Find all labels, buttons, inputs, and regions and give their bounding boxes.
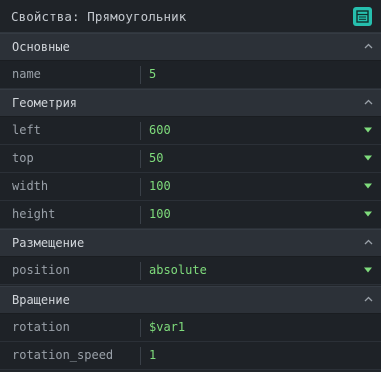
column-divider — [140, 347, 141, 365]
column-divider — [140, 262, 141, 280]
property-label: top — [12, 151, 34, 165]
column-divider — [140, 122, 141, 140]
property-value-input[interactable]: 1 — [149, 348, 349, 362]
chevron-up-icon — [364, 239, 373, 245]
property-label: left — [12, 123, 41, 137]
column-divider — [140, 178, 141, 196]
properties-panel: Свойства: Прямоугольник Основные name 5 … — [0, 0, 381, 372]
property-value-input[interactable]: 5 — [149, 67, 349, 81]
panel-layout-icon — [356, 10, 369, 23]
dropdown-arrow-icon[interactable] — [364, 127, 372, 133]
panel-title: Свойства: Прямоугольник — [11, 9, 187, 24]
panel-titlebar: Свойства: Прямоугольник — [0, 0, 381, 33]
dropdown-arrow-icon[interactable] — [364, 183, 372, 189]
property-label: height — [12, 207, 56, 221]
property-value-select[interactable]: 50 — [149, 151, 349, 165]
property-row-name[interactable]: name 5 — [0, 61, 381, 89]
panel-layout-button[interactable] — [353, 7, 372, 26]
section-placement-header[interactable]: Размещение — [0, 229, 381, 257]
property-label: position — [12, 263, 70, 277]
property-row-height[interactable]: height 100 — [0, 201, 381, 229]
section-placement-label: Размещение — [12, 236, 85, 250]
property-value-select[interactable]: absolute — [149, 263, 349, 277]
column-divider — [140, 206, 141, 224]
chevron-up-icon — [364, 99, 373, 105]
section-basic-label: Основные — [12, 40, 70, 54]
property-value-select[interactable]: 600 — [149, 123, 349, 137]
property-label: name — [12, 67, 41, 81]
section-basic-header[interactable]: Основные — [0, 33, 381, 61]
section-geometry-label: Геометрия — [12, 96, 78, 110]
column-divider — [140, 66, 141, 84]
section-rotation-header[interactable]: Вращение — [0, 286, 381, 314]
column-divider — [140, 319, 141, 337]
property-row-top[interactable]: top 50 — [0, 145, 381, 173]
section-geometry-header[interactable]: Геометрия — [0, 89, 381, 117]
dropdown-arrow-icon[interactable] — [364, 267, 372, 273]
dropdown-arrow-icon[interactable] — [364, 155, 372, 161]
column-divider — [140, 150, 141, 168]
chevron-up-icon — [364, 43, 373, 49]
property-row-rotation-speed[interactable]: rotation_speed 1 — [0, 342, 381, 370]
section-rotation-label: Вращение — [12, 293, 70, 307]
property-label: width — [12, 179, 49, 193]
property-row-left[interactable]: left 600 — [0, 117, 381, 145]
chevron-up-icon — [364, 296, 373, 302]
property-value-input[interactable]: $var1 — [149, 320, 349, 334]
property-row-width[interactable]: width 100 — [0, 173, 381, 201]
property-value-select[interactable]: 100 — [149, 179, 349, 193]
property-label: rotation_speed — [12, 348, 114, 362]
property-row-position[interactable]: position absolute — [0, 257, 381, 285]
property-label: rotation — [12, 320, 70, 334]
property-value-select[interactable]: 100 — [149, 207, 349, 221]
dropdown-arrow-icon[interactable] — [364, 211, 372, 217]
property-row-rotation[interactable]: rotation $var1 — [0, 314, 381, 342]
